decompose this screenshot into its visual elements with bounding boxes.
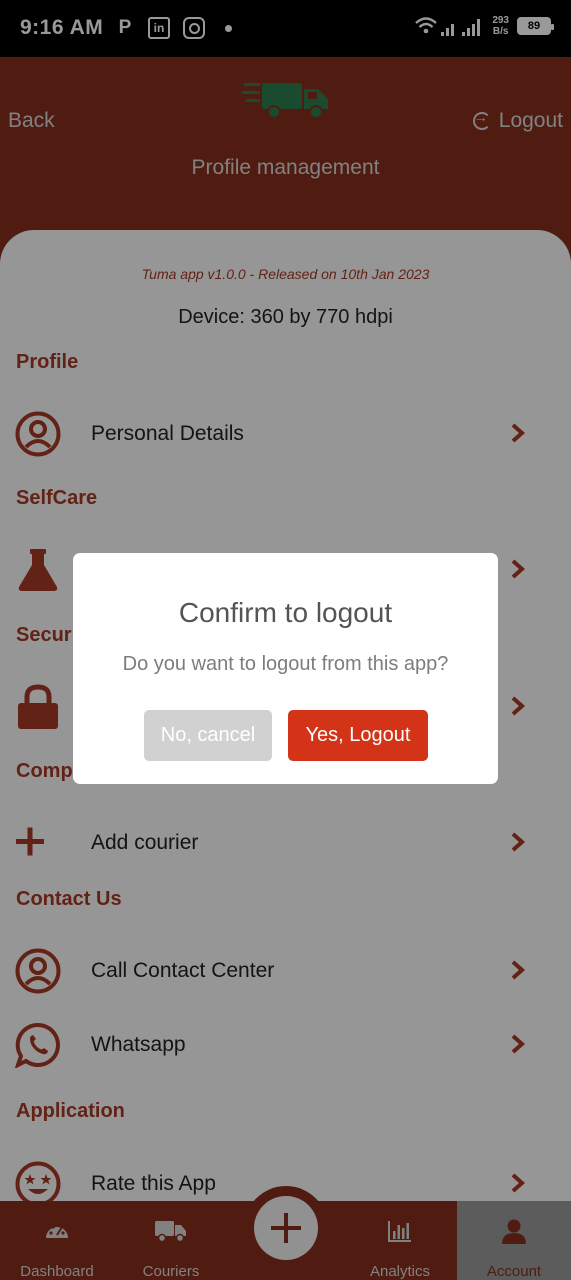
cancel-button[interactable]: No, cancel [144, 710, 272, 761]
confirm-logout-button[interactable]: Yes, Logout [288, 710, 428, 761]
dialog-title: Confirm to logout [178, 597, 393, 628]
logout-confirm-dialog: Confirm to logout Do you want to logout … [73, 553, 498, 784]
dialog-message: Do you want to logout from this app? [122, 653, 449, 675]
